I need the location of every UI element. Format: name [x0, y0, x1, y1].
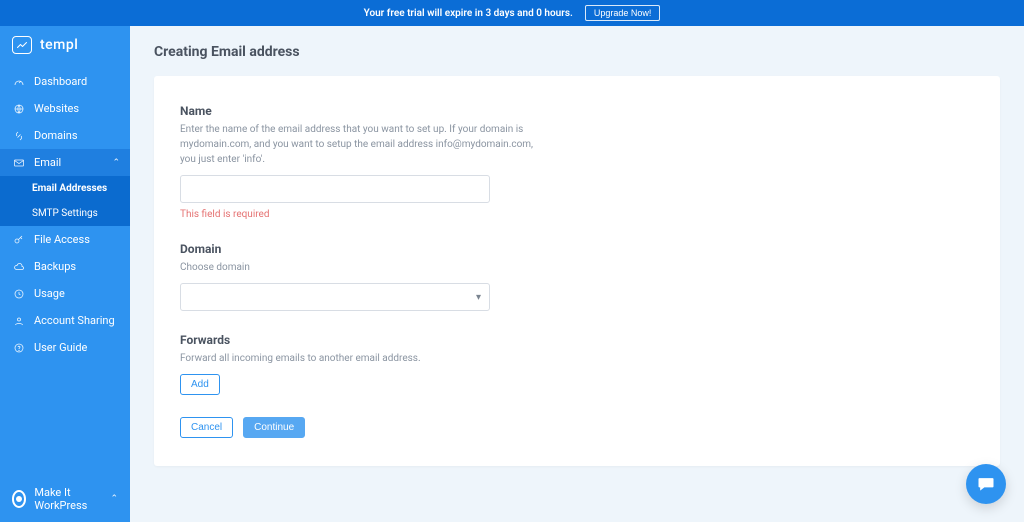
form-card: Name Enter the name of the email address… — [154, 76, 1000, 466]
chevron-up-icon: ⌃ — [112, 158, 120, 168]
sidebar-item-label: SMTP Settings — [32, 208, 98, 219]
sidebar-item-smtp-settings[interactable]: SMTP Settings — [0, 201, 130, 226]
forwards-help: Forward all incoming emails to another e… — [180, 351, 550, 366]
sidebar-item-label: User Guide — [34, 341, 87, 354]
sidebar-item-file-access[interactable]: File Access — [0, 226, 130, 253]
name-input[interactable] — [180, 175, 490, 203]
forwards-field: Forwards Forward all incoming emails to … — [180, 333, 974, 395]
name-help: Enter the name of the email address that… — [180, 122, 550, 167]
brand[interactable]: templ — [0, 26, 130, 68]
sidebar-item-dashboard[interactable]: Dashboard — [0, 68, 130, 95]
link-icon — [12, 130, 26, 142]
sidebar-item-label: Email — [34, 156, 61, 169]
sidebar-item-usage[interactable]: Usage — [0, 280, 130, 307]
clock-icon — [12, 288, 26, 300]
continue-button[interactable]: Continue — [243, 417, 305, 438]
sidebar-item-label: File Access — [34, 233, 90, 246]
globe-icon — [12, 103, 26, 115]
sidebar-item-label: Email Addresses — [32, 183, 107, 194]
page-title: Creating Email address — [154, 44, 1000, 60]
gauge-icon — [12, 76, 26, 88]
sidebar-item-account-sharing[interactable]: Account Sharing — [0, 307, 130, 334]
caret-down-icon: ▾ — [476, 292, 481, 303]
sidebar-item-label: Websites — [34, 102, 79, 115]
name-error: This field is required — [180, 209, 974, 220]
cloud-icon — [12, 261, 26, 273]
sidebar-item-label: Backups — [34, 260, 76, 273]
name-field: Name Enter the name of the email address… — [180, 104, 974, 220]
sidebar-item-label: Account Sharing — [34, 314, 115, 327]
brand-name: templ — [40, 37, 78, 53]
sidebar-item-user-guide[interactable]: User Guide — [0, 334, 130, 361]
forwards-label: Forwards — [180, 333, 974, 347]
sidebar: templ Dashboard Websites Domains Email ⌃… — [0, 26, 130, 522]
sidebar-footer[interactable]: Make It WorkPress ⌃ — [0, 476, 130, 522]
help-icon — [12, 342, 26, 354]
upgrade-button[interactable]: Upgrade Now! — [585, 5, 661, 21]
main: Creating Email address Name Enter the na… — [130, 26, 1024, 522]
banner-text: Your free trial will expire in 3 days an… — [364, 8, 573, 19]
domain-label: Domain — [180, 242, 974, 256]
chevron-up-icon: ⌃ — [110, 494, 118, 504]
domain-field: Domain Choose domain ▾ — [180, 242, 974, 311]
sidebar-footer-label: Make It WorkPress — [34, 486, 102, 512]
sidebar-item-domains[interactable]: Domains — [0, 122, 130, 149]
nav: Dashboard Websites Domains Email ⌃ Email… — [0, 68, 130, 476]
sidebar-item-backups[interactable]: Backups — [0, 253, 130, 280]
key-icon — [12, 234, 26, 246]
trial-banner: Your free trial will expire in 3 days an… — [0, 0, 1024, 26]
user-icon — [12, 315, 26, 327]
brand-logo-icon — [12, 36, 32, 54]
org-icon — [12, 490, 26, 508]
sidebar-item-label: Usage — [34, 287, 65, 300]
chat-launcher[interactable] — [966, 464, 1006, 504]
domain-help: Choose domain — [180, 260, 550, 275]
name-label: Name — [180, 104, 974, 118]
form-actions: Cancel Continue — [180, 417, 974, 438]
mail-icon — [12, 157, 26, 169]
chat-icon — [976, 474, 996, 494]
sidebar-item-email-addresses[interactable]: Email Addresses — [0, 176, 130, 201]
cancel-button[interactable]: Cancel — [180, 417, 233, 438]
domain-select[interactable]: ▾ — [180, 283, 490, 311]
sidebar-item-label: Dashboard — [34, 75, 87, 88]
add-forward-button[interactable]: Add — [180, 374, 220, 395]
sidebar-item-label: Domains — [34, 129, 78, 142]
sidebar-item-websites[interactable]: Websites — [0, 95, 130, 122]
sidebar-item-email[interactable]: Email ⌃ — [0, 149, 130, 176]
